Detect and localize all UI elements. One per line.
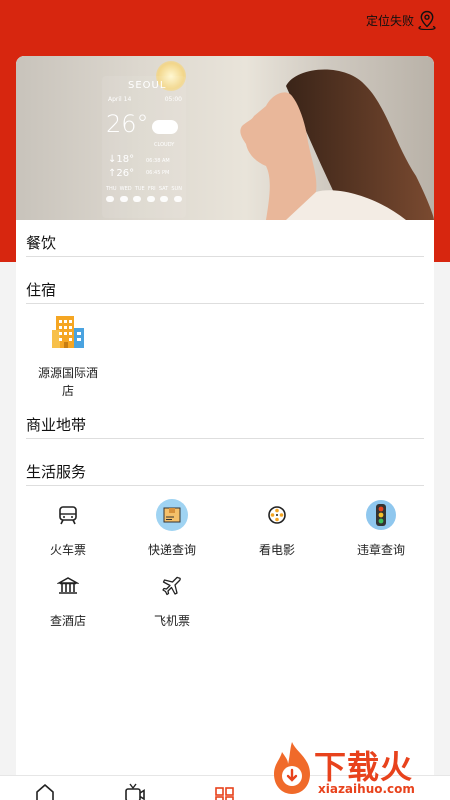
location-button[interactable]: 定位失败 [366,10,436,30]
service-label: 查酒店 [49,614,86,628]
watermark-url: xiazaihuo.com [318,782,415,796]
section-title-commercial: 商业地带 [26,416,87,434]
traffic-light-icon [364,498,398,532]
service-label: 看电影 [258,543,295,557]
weather-temperature: 26° [106,110,149,138]
flame-logo-icon [274,742,310,794]
weather-time: 05:00 [164,96,182,103]
watermark-logo: 下载火 xiazaihuo.com [262,738,450,800]
section-title-dining: 餐饮 [26,234,57,252]
cloud-icon [152,120,178,134]
location-pin-icon [418,10,436,30]
weather-condition: CLOUDY [154,142,175,148]
hotel-item-label: 源源国际酒店 [37,366,98,398]
home-icon[interactable] [34,782,56,800]
woman-photo [240,69,434,220]
hotel-building-icon [52,316,84,348]
service-label: 快递查询 [147,543,196,557]
service-label: 火车票 [49,543,86,557]
weather-forecast-icons [106,196,182,202]
service-violation-query[interactable]: 违章查询 [336,498,426,558]
promo-banner[interactable]: SEOUL April 14 05:00 26° CLOUDY ↓18° ↑26… [16,56,434,220]
divider [26,256,424,257]
weather-sunrise: 06:38 AM [146,158,170,164]
content-card: SEOUL April 14 05:00 26° CLOUDY ↓18° ↑26… [16,56,434,800]
weather-days: THU WED TUE FRI SAT SUN [106,186,182,192]
train-icon [51,498,85,532]
section-title-services: 生活服务 [26,463,87,481]
weather-widget: SEOUL April 14 05:00 26° CLOUDY ↓18° ↑26… [102,76,186,218]
service-label: 飞机票 [153,614,190,628]
service-movie[interactable]: 看电影 [232,498,322,558]
location-status-text: 定位失败 [365,13,414,28]
package-icon [155,498,189,532]
weather-high: ↑26° [108,168,135,179]
service-hotel-query[interactable]: 查酒店 [23,569,113,629]
service-express-query[interactable]: 快递查询 [127,498,217,558]
weather-sunset: 06:45 PM [146,170,170,176]
section-title-lodging: 住宿 [26,281,57,299]
hotel-item[interactable]: 源源国际酒店 [34,314,102,400]
video-icon[interactable] [124,782,146,800]
bank-building-icon [51,569,85,603]
film-reel-icon [260,498,294,532]
divider [26,438,424,439]
service-flight-ticket[interactable]: 飞机票 [127,569,217,629]
divider [26,485,424,486]
weather-city: SEOUL [128,80,167,91]
grid-icon[interactable] [214,782,236,800]
weather-date: April 14 [108,96,132,103]
airplane-icon [155,569,189,603]
weather-low: ↓18° [108,154,135,165]
divider [26,303,424,304]
service-train-ticket[interactable]: 火车票 [23,498,113,558]
service-label: 违章查询 [356,543,405,557]
